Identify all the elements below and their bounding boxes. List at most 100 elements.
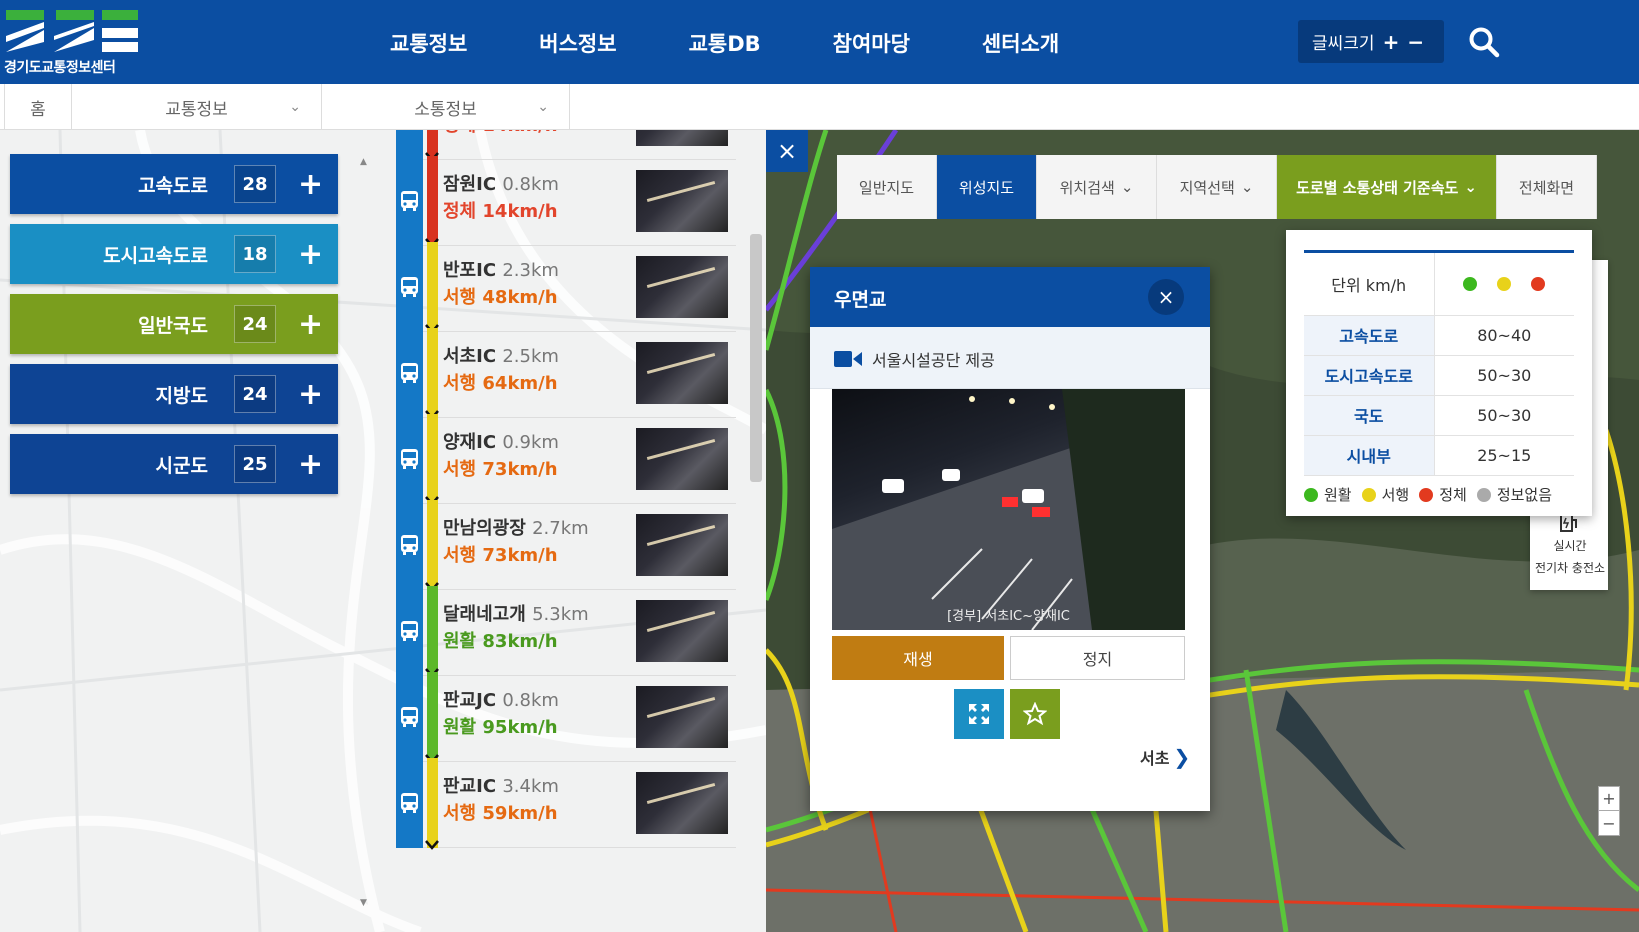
segment-name: 양재IC 0.9km bbox=[443, 432, 559, 453]
scroll-up-arrow-icon[interactable]: ▲ bbox=[360, 157, 367, 167]
legend-range: 80~40 bbox=[1434, 315, 1574, 356]
tab-fullscreen[interactable]: 전체화면 bbox=[1497, 155, 1597, 219]
count-badge: 28 bbox=[234, 165, 276, 203]
logo-text: 경기도교통정보센터 bbox=[4, 60, 116, 76]
segment-list-item[interactable]: 반포IC 2.3km 서행 48km/h bbox=[396, 242, 736, 334]
segment-distance: 0.9km bbox=[502, 432, 559, 453]
segment-distance: 0.8km bbox=[502, 690, 559, 711]
speed-legend: 단위 km/h 고속도로 80~40 도시고속도로 50~30 국도 50~30… bbox=[1286, 230, 1592, 516]
list-scrollbar[interactable] bbox=[750, 234, 762, 482]
cctv-video[interactable]: [경부] 서초IC~양재IC bbox=[832, 389, 1185, 630]
yellow-dot-icon bbox=[1361, 487, 1376, 502]
tab-speed-standard[interactable]: 도로별 소통상태 기준속도 ⌄ bbox=[1277, 155, 1497, 219]
chevron-down-icon: ⌄ bbox=[289, 99, 301, 115]
breadcrumb-level1[interactable]: 교통정보 ⌄ bbox=[72, 84, 322, 130]
segment-speed: 원활 95km/h bbox=[443, 717, 558, 738]
count-badge: 24 bbox=[234, 375, 276, 413]
plus-icon: + bbox=[298, 306, 324, 342]
popup-source: 서울시설공단 제공 bbox=[810, 327, 1210, 389]
nav-bus-info[interactable]: 버스정보 bbox=[539, 28, 616, 58]
cctv-thumbnail[interactable] bbox=[636, 170, 728, 232]
chevron-down-icon: ⌄ bbox=[537, 99, 549, 115]
tab-region-select[interactable]: 지역선택 ⌄ bbox=[1157, 155, 1277, 219]
map-close-button[interactable]: × bbox=[766, 130, 808, 172]
road-type-local-road[interactable]: 지방도 24 + bbox=[10, 364, 338, 424]
segment-list-item[interactable]: 양재IC 0.9km 서행 73km/h bbox=[396, 414, 736, 506]
segment-distance: 0.8km bbox=[502, 174, 559, 195]
cctv-thumbnail[interactable] bbox=[636, 514, 728, 576]
bus-bar bbox=[396, 500, 423, 590]
favorite-button[interactable] bbox=[1010, 689, 1060, 739]
video-caption: [경부] 서초IC~양재IC bbox=[947, 609, 1070, 624]
segment-list-item[interactable]: 달래네고개 5.3km 원활 83km/h bbox=[396, 586, 736, 678]
zoom-control: + − bbox=[1598, 786, 1620, 836]
search-icon[interactable] bbox=[1468, 26, 1500, 58]
red-dot-icon bbox=[1531, 276, 1546, 291]
legend-road: 고속도로 bbox=[1304, 315, 1435, 356]
segment-distance: 5.3km bbox=[532, 604, 589, 625]
nav-participation[interactable]: 참여마당 bbox=[833, 28, 910, 58]
bus-icon bbox=[401, 535, 418, 555]
tab-satellite-map[interactable]: 위성지도 bbox=[937, 155, 1037, 219]
segment-speed: 서행 73km/h bbox=[443, 459, 558, 480]
chevron-down-icon: ⌄ bbox=[1240, 178, 1254, 196]
nav-traffic-db[interactable]: 교통DB bbox=[689, 28, 761, 58]
breadcrumb-home[interactable]: 홈 bbox=[4, 84, 72, 130]
popup-close-button[interactable]: × bbox=[1148, 279, 1184, 315]
zoom-out-button[interactable]: − bbox=[1599, 811, 1619, 835]
font-decrease-button[interactable]: − bbox=[1407, 30, 1424, 54]
next-camera-link[interactable]: 서초 ❯ bbox=[1140, 745, 1190, 769]
scroll-down-arrow-icon[interactable]: ▼ bbox=[360, 898, 367, 908]
segment-list-item[interactable]: 서초IC 2.5km 서행 64km/h bbox=[396, 328, 736, 420]
segment-speed: 원활 83km/h bbox=[443, 631, 558, 652]
segment-list-item[interactable]: 잠원IC 0.8km 정체 14km/h bbox=[396, 156, 736, 248]
speed-bar bbox=[427, 500, 438, 590]
segment-distance: 2.3km bbox=[502, 260, 559, 281]
cctv-thumbnail[interactable] bbox=[636, 428, 728, 490]
stop-button[interactable]: 정지 bbox=[1010, 636, 1185, 680]
speed-bar bbox=[427, 672, 438, 762]
segment-name: 판교JC 0.8km bbox=[443, 690, 559, 711]
bus-bar bbox=[396, 672, 423, 762]
legend-states: 원활 서행 정체 정보없음 bbox=[1304, 484, 1552, 505]
bus-bar bbox=[396, 586, 423, 676]
cctv-thumbnail[interactable] bbox=[636, 686, 728, 748]
cctv-thumbnail[interactable] bbox=[636, 130, 728, 146]
legend-unit: 단위 km/h bbox=[1304, 253, 1435, 316]
expand-button[interactable] bbox=[954, 689, 1004, 739]
tab-location-search[interactable]: 위치검색 ⌄ bbox=[1037, 155, 1157, 219]
road-type-national-road[interactable]: 일반국도 24 + bbox=[10, 294, 338, 354]
green-dot-icon bbox=[1304, 487, 1318, 502]
chevron-down-icon bbox=[425, 840, 439, 850]
road-type-city-road[interactable]: 시군도 25 + bbox=[10, 434, 338, 494]
nav-traffic-info[interactable]: 교통정보 bbox=[390, 28, 467, 58]
road-type-expressway[interactable]: 고속도로 28 + bbox=[10, 154, 338, 214]
legend-road: 시내부 bbox=[1304, 435, 1435, 476]
road-type-urban-expressway[interactable]: 도시고속도로 18 + bbox=[10, 224, 338, 284]
segment-list-item[interactable]: 만남의광장 2.7km 서행 73km/h bbox=[396, 500, 736, 592]
segment-list-item[interactable]: 판교JC 0.8km 원활 95km/h bbox=[396, 672, 736, 764]
zoom-in-button[interactable]: + bbox=[1599, 787, 1619, 811]
cctv-thumbnail[interactable] bbox=[636, 256, 728, 318]
nav-center-intro[interactable]: 센터소개 bbox=[982, 28, 1059, 58]
font-size-label: 글씨크기 bbox=[1312, 34, 1375, 54]
breadcrumb-level2[interactable]: 소통정보 ⌄ bbox=[322, 84, 570, 130]
popup-header: 우면교 × bbox=[810, 267, 1210, 327]
play-button[interactable]: 재생 bbox=[832, 636, 1004, 680]
speed-bar bbox=[427, 242, 438, 332]
cctv-thumbnail[interactable] bbox=[636, 600, 728, 662]
bus-bar bbox=[396, 414, 423, 504]
segment-speed: 서행 73km/h bbox=[443, 545, 558, 566]
tab-general-map[interactable]: 일반지도 bbox=[837, 155, 937, 219]
ev-charger-label[interactable]: 실시간 전기차 충전소 bbox=[1532, 535, 1608, 579]
segment-speed: 서행 64km/h bbox=[443, 373, 558, 394]
cctv-thumbnail[interactable] bbox=[636, 772, 728, 834]
font-increase-button[interactable]: + bbox=[1383, 30, 1400, 54]
cctv-thumbnail[interactable] bbox=[636, 342, 728, 404]
segment-list-item[interactable]: 판교IC 3.4km 서행 59km/h bbox=[396, 758, 736, 850]
expand-icon bbox=[969, 704, 989, 724]
speed-bar bbox=[427, 328, 438, 418]
speed-bar bbox=[427, 758, 438, 848]
segment-list: 정체 14km/h 잠원IC 0.8km 정체 14km/h 반포IC 2.3km 서행… bbox=[396, 130, 764, 932]
plus-icon: + bbox=[298, 166, 324, 202]
